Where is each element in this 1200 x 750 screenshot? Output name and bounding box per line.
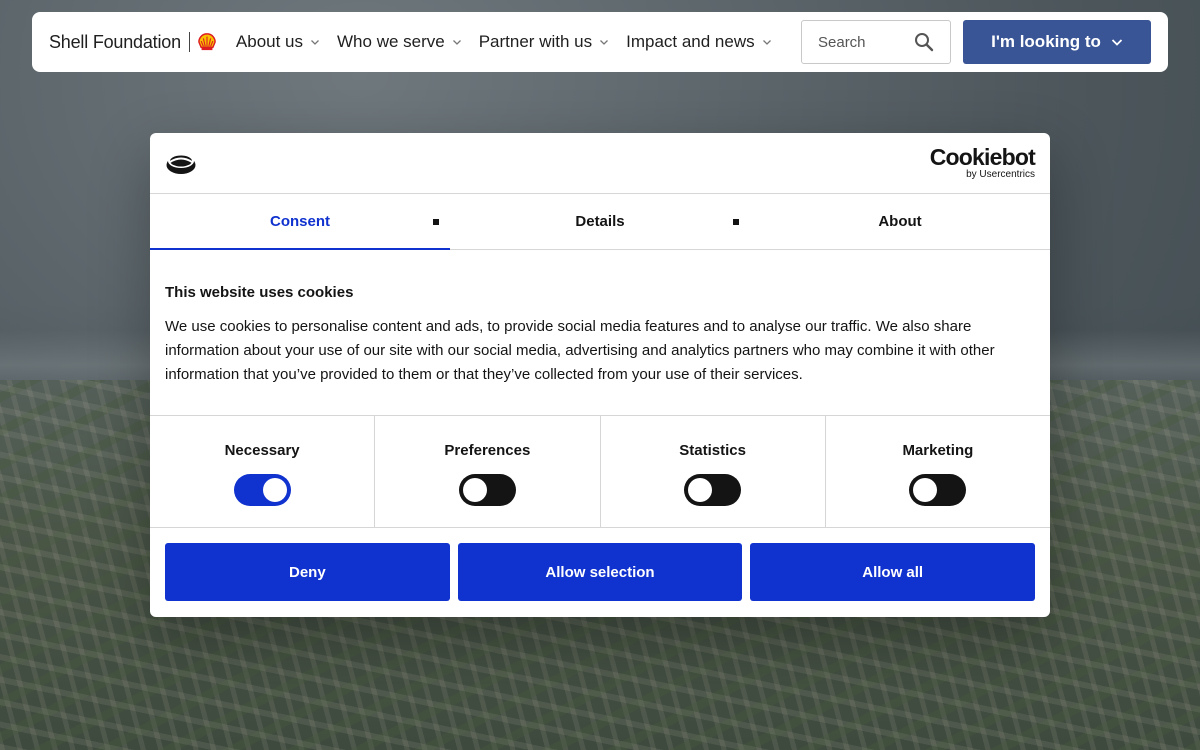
shell-pecten-icon — [198, 33, 216, 51]
deny-button[interactable]: Deny — [165, 543, 450, 601]
search-box — [801, 20, 951, 64]
toggle-cell-marketing: Marketing — [826, 416, 1050, 527]
toggle-cell-statistics: Statistics — [601, 416, 826, 527]
nav-item-label: Partner with us — [478, 32, 593, 51]
looking-button-label: I'm looking to — [991, 32, 1101, 51]
toggle-knob — [688, 478, 713, 502]
toggle-knob — [262, 478, 287, 502]
statistics-toggle[interactable] — [684, 474, 742, 506]
nav-item-about-us[interactable]: About us — [236, 32, 320, 52]
tab-separator-dot — [433, 219, 439, 225]
site-logo[interactable]: Shell Foundation — [49, 32, 216, 53]
toggle-label: Necessary — [224, 442, 300, 459]
nav-item-impact-and-news[interactable]: Impact and news — [626, 32, 772, 52]
tab-details[interactable]: Details — [450, 194, 750, 249]
dialog-body: This website uses cookies We use cookies… — [150, 250, 1050, 415]
allow-selection-button[interactable]: Allow selection — [457, 543, 743, 601]
chevron-down-icon — [600, 40, 609, 45]
chevron-down-icon — [452, 40, 461, 45]
navbar: Shell Foundation About us Who we serve P… — [32, 12, 1168, 72]
im-looking-to-button[interactable]: I'm looking to — [963, 20, 1151, 64]
toggle-label: Preferences — [444, 442, 531, 459]
chevron-down-icon — [1111, 39, 1123, 46]
dialog-description: We use cookies to personalise content an… — [165, 318, 995, 383]
toggle-label: Marketing — [902, 442, 974, 459]
cookiebot-wordmark: Cookiebot by Usercentrics — [929, 144, 1036, 180]
dialog-heading: This website uses cookies — [165, 284, 354, 301]
nav-item-partner-with-us[interactable]: Partner with us — [479, 32, 609, 52]
tab-consent[interactable]: Consent — [150, 194, 450, 250]
search-icon[interactable] — [914, 32, 934, 52]
toggle-knob — [462, 478, 487, 502]
logo-text: Shell Foundation — [49, 31, 181, 52]
cookie-consent-dialog: Cookiebot by Usercentrics Consent Detail… — [150, 133, 1050, 617]
cookiebot-logo-icon — [166, 154, 196, 174]
allow-all-button[interactable]: Allow all — [750, 543, 1036, 601]
dialog-actions: Deny Allow selection Allow all — [150, 528, 1050, 616]
cookiebot-brand-name: Cookiebot — [929, 144, 1036, 170]
chevron-down-icon — [311, 40, 319, 45]
toggle-label: Statistics — [679, 442, 746, 459]
toggle-knob — [913, 478, 938, 502]
nav-item-label: About us — [235, 32, 304, 51]
cookiebot-byline: by Usercentrics — [966, 169, 1035, 180]
tab-separator-dot — [733, 219, 739, 225]
nav-item-who-we-serve[interactable]: Who we serve — [337, 32, 462, 52]
necessary-toggle[interactable] — [233, 474, 291, 506]
chevron-down-icon — [762, 40, 771, 45]
nav-item-label: Impact and news — [626, 32, 755, 51]
toggle-cell-necessary: Necessary — [150, 416, 376, 527]
search-input[interactable] — [818, 33, 908, 51]
preferences-toggle[interactable] — [458, 474, 516, 506]
tab-about[interactable]: About — [750, 194, 1050, 249]
logo-separator — [188, 32, 190, 52]
dialog-header: Cookiebot by Usercentrics — [150, 133, 1050, 194]
dialog-tabs: Consent Details About — [150, 194, 1050, 250]
nav-item-label: Who we serve — [337, 32, 445, 51]
consent-toggles: Necessary Preferences Statistics Marketi… — [150, 415, 1050, 528]
toggle-cell-preferences: Preferences — [375, 416, 601, 527]
marketing-toggle[interactable] — [909, 474, 967, 506]
